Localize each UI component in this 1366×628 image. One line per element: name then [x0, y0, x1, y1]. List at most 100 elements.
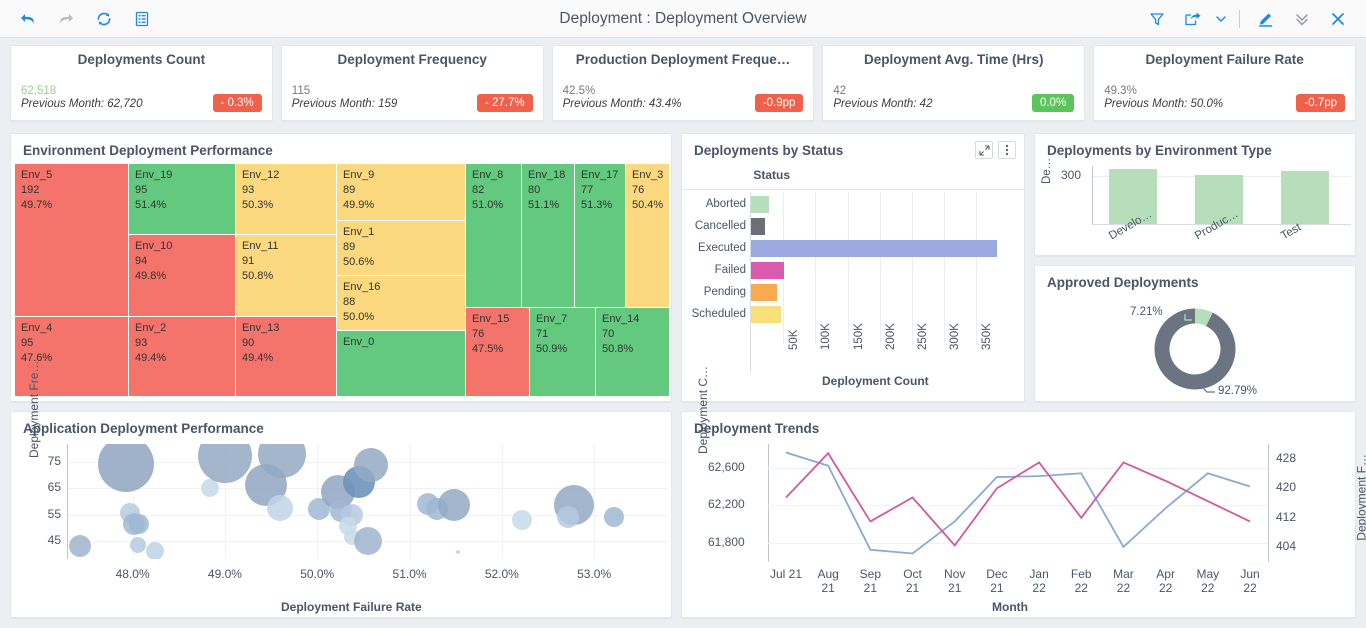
status-bar[interactable]: [751, 196, 770, 213]
edit-icon[interactable]: [1250, 4, 1282, 34]
treemap-tile[interactable]: Env_16 88 50.0%: [337, 276, 465, 330]
treemap-tile[interactable]: Env_8 82 51.0%: [466, 164, 521, 307]
tile-rate: 50.8%: [242, 270, 274, 283]
status-row[interactable]: Executed: [682, 240, 1026, 257]
status-bar[interactable]: [751, 284, 777, 301]
kpi-body: 115 Previous Month: 159- 27.7%: [292, 85, 533, 112]
kpi-card[interactable]: Deployment Failure Rate 49.3% Previous Mon…: [1093, 45, 1356, 121]
treemap-tile[interactable]: Env_9 89 49.9%: [337, 164, 465, 220]
bubble-point[interactable]: [98, 444, 155, 492]
deployment-trends-line-chart[interactable]: Deployment C… Deployment F… 61,800 62,200 62…: [682, 366, 1366, 619]
status-row[interactable]: Cancelled: [682, 218, 1026, 235]
bubble-point[interactable]: [129, 513, 150, 534]
bubble-x-tick: 52.0%: [484, 567, 519, 581]
bubble-point[interactable]: [354, 526, 382, 555]
treemap-tile[interactable]: Env_5 192 49.7%: [15, 164, 128, 316]
status-x-tick: 300K: [949, 323, 962, 350]
bubble-point[interactable]: [353, 447, 388, 482]
refresh-icon[interactable]: [88, 4, 120, 34]
treemap-tile[interactable]: Env_3 76 50.4%: [626, 164, 669, 307]
tile-count: 90: [242, 337, 255, 350]
tile-name: Env_12: [242, 169, 280, 181]
tile-count: 95: [135, 184, 148, 197]
trends-series-line[interactable]: [785, 451, 1251, 547]
list-view-icon[interactable]: [126, 4, 158, 34]
bubble-point[interactable]: [512, 509, 533, 530]
kpi-delta-badge: - 0.3%: [212, 94, 262, 112]
trends-x-axis-title: Month: [992, 600, 1028, 614]
bubble-point[interactable]: [267, 495, 294, 522]
tile-rate: 50.9%: [536, 343, 568, 356]
collapse-icon[interactable]: [1286, 4, 1318, 34]
bubble-point[interactable]: [604, 507, 625, 528]
donut-slice[interactable]: [1194, 308, 1213, 327]
more-options-icon[interactable]: [998, 141, 1016, 159]
tile-name: Env_4: [21, 322, 53, 334]
bubble-y-tick: 45: [47, 532, 61, 547]
tile-rate: 51.3%: [581, 199, 613, 212]
envtype-bar[interactable]: [1281, 170, 1329, 224]
tile-rate: 50.4%: [632, 199, 664, 212]
bubble-point[interactable]: [197, 444, 252, 483]
status-row[interactable]: Pending: [682, 284, 1026, 301]
environment-type-bar-chart[interactable]: De… 300 Develo… Produc… Test: [1035, 158, 1357, 257]
donut-svg[interactable]: [1035, 292, 1357, 403]
status-row[interactable]: Failed: [682, 262, 1026, 279]
kpi-card[interactable]: Deployments Count 62,518 Previous Month: 6…: [10, 45, 273, 121]
donut-slice[interactable]: [1154, 308, 1236, 390]
treemap-tile[interactable]: Env_18 80 51.1%: [522, 164, 574, 307]
bubble-point[interactable]: [437, 489, 470, 522]
treemap-tile[interactable]: Env_2 93 49.4%: [129, 317, 235, 396]
status-bar[interactable]: [751, 240, 997, 257]
export-caret-icon[interactable]: [1213, 4, 1229, 34]
status-bar-chart[interactable]: Status 50K 100K 150K 200K 250K 300K 350K Aborted…: [682, 164, 1026, 402]
treemap-tile[interactable]: Env_17 77 51.3%: [575, 164, 625, 307]
panel-title: Deployments by Status: [694, 143, 844, 158]
bubble-point[interactable]: [455, 550, 460, 555]
status-bar[interactable]: [751, 306, 781, 323]
status-row-label: Scheduled: [691, 308, 746, 320]
kpi-values: 42.5% Previous Month: 43.4%: [563, 85, 755, 112]
close-icon[interactable]: [1322, 4, 1354, 34]
status-row-label: Pending: [703, 286, 746, 298]
panel-title: Approved Deployments: [1047, 275, 1199, 290]
treemap-tile[interactable]: Env_13 90 49.4%: [236, 317, 336, 396]
treemap-tile[interactable]: Env_1 89 50.6%: [337, 221, 465, 275]
export-icon[interactable]: [1177, 4, 1209, 34]
status-bar[interactable]: [751, 262, 784, 279]
expand-icon[interactable]: [975, 141, 993, 159]
bubble-point[interactable]: [145, 542, 164, 559]
treemap-tile[interactable]: Env_7 71 50.9%: [530, 308, 595, 396]
treemap-tile[interactable]: Env_19 95 51.4%: [129, 164, 235, 234]
toolbar-left: [0, 4, 158, 34]
bubble-chart[interactable]: Deployment Fre… 45 55 65 75 48.0% 49.0% 50.0% 51…: [11, 361, 673, 619]
treemap-tile[interactable]: Env_10 94 49.8%: [129, 235, 235, 316]
status-bar[interactable]: [751, 218, 765, 235]
treemap-tile[interactable]: Env_11 91 50.8%: [236, 235, 336, 316]
tile-count: 91: [242, 255, 255, 268]
treemap-tile[interactable]: Env_15 76 47.5%: [466, 308, 529, 396]
kpi-card[interactable]: Deployment Frequency 115 Previous Month: 1…: [280, 45, 544, 121]
treemap-chart[interactable]: Env_5 192 49.7% Env_19 95 51.4% Env_10 94 49.8% E…: [15, 164, 669, 396]
tile-rate: 50.6%: [343, 256, 375, 269]
undo-icon[interactable]: [12, 4, 44, 34]
treemap-tile[interactable]: Env_0: [337, 331, 465, 396]
filter-icon[interactable]: [1141, 4, 1173, 34]
treemap-tile[interactable]: Env_14 70 50.8%: [596, 308, 669, 396]
treemap-tile[interactable]: Env_12 93 50.3%: [236, 164, 336, 234]
approved-deployments-donut[interactable]: 7.21% 92.79%: [1035, 292, 1357, 403]
bubble-point[interactable]: [69, 534, 91, 557]
panel-environment-deployment-performance: Environment Deployment Performance Env_5…: [10, 133, 672, 402]
kpi-previous-month: Previous Month: 159: [291, 98, 398, 111]
status-row[interactable]: Scheduled: [682, 306, 1026, 323]
panel-title: Deployments by Environment Type: [1047, 143, 1272, 158]
status-row[interactable]: Aborted: [682, 196, 1026, 213]
trends-svg[interactable]: [768, 444, 1268, 562]
trends-series-line[interactable]: [785, 451, 1251, 555]
trends-x-tick: Mar 22: [1113, 567, 1134, 595]
bubble-point[interactable]: [130, 536, 147, 553]
kpi-card[interactable]: Deployment Avg. Time (Hrs) 42 Previous Mon…: [822, 45, 1086, 121]
kpi-card[interactable]: Production Deployment Freque… 42.5% Previo…: [551, 45, 815, 121]
bubble-plot-area[interactable]: [68, 444, 668, 559]
redo-icon: [50, 4, 82, 34]
